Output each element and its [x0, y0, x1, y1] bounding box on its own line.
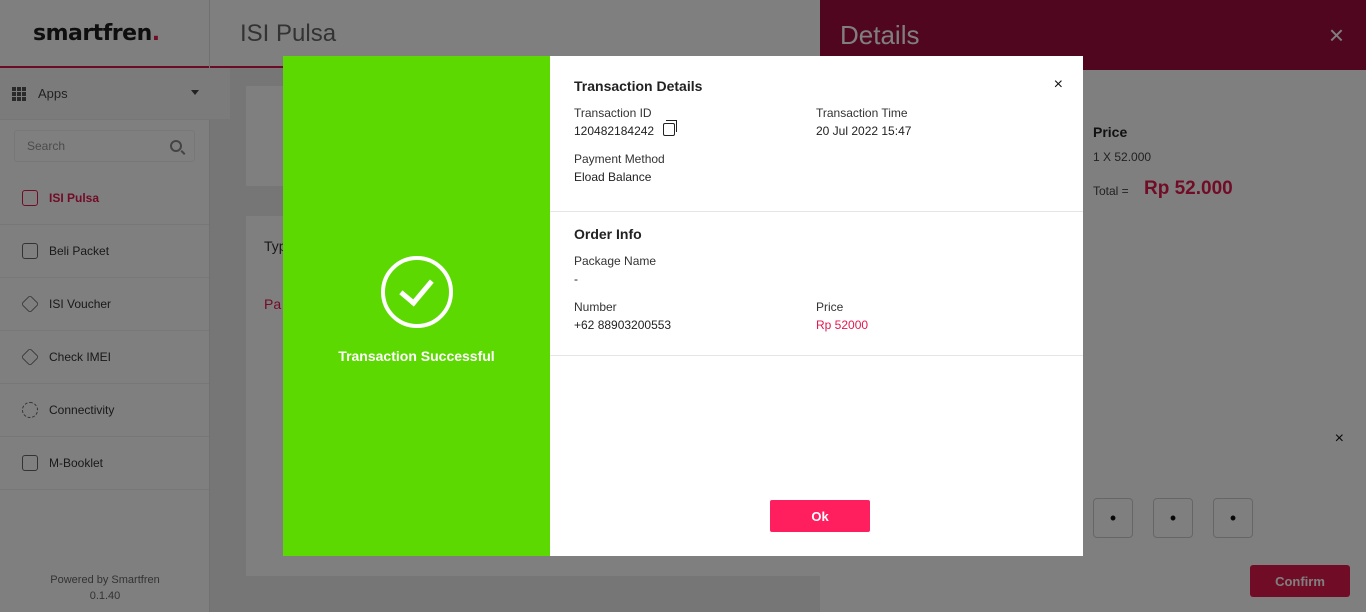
transaction-time-field: Transaction Time 20 Jul 2022 15:47 — [816, 106, 1058, 138]
transaction-status: Transaction Successful — [338, 348, 495, 364]
package-name-value: - — [574, 272, 578, 286]
field-label: Payment Method — [574, 152, 665, 166]
number-value: +62 88903200553 — [574, 318, 672, 332]
price-value: Rp 52000 — [816, 318, 869, 332]
transaction-id-value: 120482184242 — [574, 124, 655, 138]
copy-icon[interactable] — [663, 119, 678, 136]
number-field: Number +62 88903200553 — [574, 300, 816, 332]
success-panel: Transaction Successful — [283, 56, 550, 556]
field-label: Transaction ID — [574, 106, 652, 120]
field-label: Price — [816, 300, 844, 314]
transaction-info: × Transaction Details Transaction ID 120… — [550, 56, 1083, 556]
modal-close-icon[interactable]: × — [1054, 76, 1063, 94]
check-circle-icon — [380, 256, 453, 328]
field-label: Package Name — [574, 254, 657, 268]
transaction-time-value: 20 Jul 2022 15:47 — [816, 124, 912, 138]
payment-method-value: Eload Balance — [574, 170, 652, 184]
field-value-row: 120482184242 — [574, 119, 816, 138]
ok-button[interactable]: Ok — [770, 500, 870, 532]
transaction-details-section: Transaction Details Transaction ID 12048… — [550, 56, 1083, 212]
transaction-id-field: Transaction ID 120482184242 — [574, 106, 816, 138]
price-field: Price Rp 52000 — [816, 300, 1058, 332]
field-label: Transaction Time — [816, 106, 908, 120]
section-title: Order Info — [574, 226, 642, 242]
order-info-section: Order Info Package Name - Number +62 889… — [550, 212, 1083, 356]
payment-method-field: Payment Method Eload Balance — [574, 152, 816, 184]
transaction-success-modal: Transaction Successful × Transaction Det… — [283, 56, 1083, 556]
field-label: Number — [574, 300, 617, 314]
package-name-field: Package Name - — [574, 254, 816, 286]
section-title: Transaction Details — [574, 78, 703, 94]
